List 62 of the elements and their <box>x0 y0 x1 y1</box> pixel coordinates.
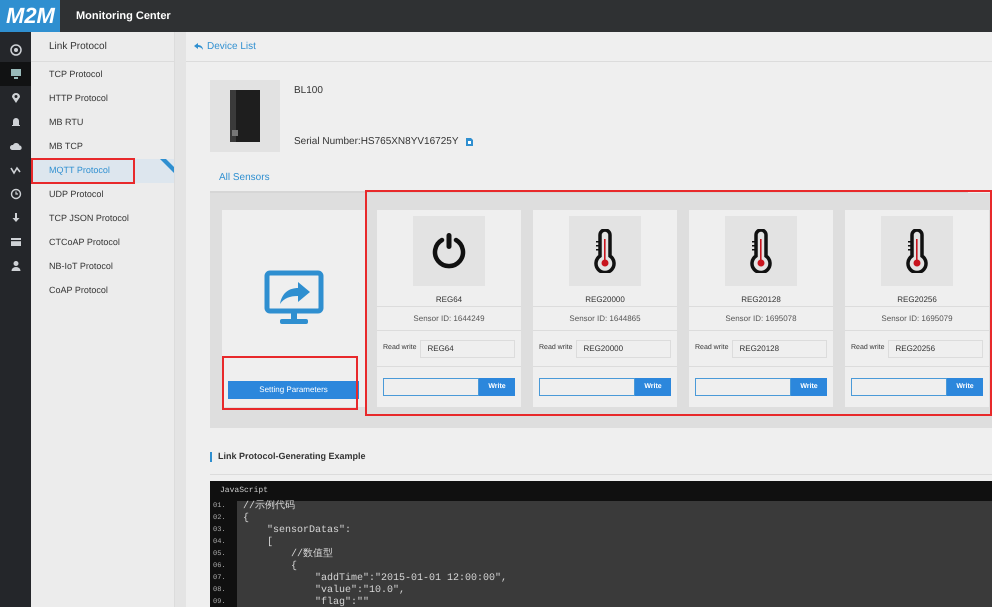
code-line: "sensorDatas": <box>266 524 352 536</box>
write-value-field[interactable] <box>851 378 947 396</box>
sensor-id: Sensor ID: 1695078 <box>725 312 797 324</box>
device-drawing <box>228 88 262 144</box>
sensor-name: REG20256 <box>897 294 937 306</box>
sidebar-item[interactable]: MB TCP <box>49 140 83 154</box>
back-arrow-icon <box>194 43 203 50</box>
read-write-field[interactable]: REG20256 <box>888 340 983 358</box>
code-line: [ <box>266 536 274 548</box>
sidebar-item[interactable]: MB RTU <box>49 116 84 130</box>
sensor-id: Sensor ID: 1644249 <box>413 312 485 324</box>
code-line: //数值型 <box>290 548 334 560</box>
code-language: JavaScript <box>220 484 268 496</box>
section-title: Link Protocol-Generating Example <box>218 450 366 463</box>
device-name: BL100 <box>294 84 324 98</box>
write-value-field[interactable] <box>539 378 635 396</box>
code-line: { <box>290 560 298 572</box>
thermometer-icon <box>750 229 772 273</box>
corner-ribbon-icon <box>160 159 174 173</box>
line-chart-icon <box>10 164 22 176</box>
sidebar-item[interactable]: HTTP Protocol <box>49 92 108 106</box>
sensor-id: Sensor ID: 1695079 <box>881 312 953 324</box>
write-value-field[interactable] <box>695 378 791 396</box>
sidebar-item[interactable]: TCP JSON Protocol <box>49 212 129 226</box>
code-line: //示例代码 <box>242 500 296 512</box>
cloud-icon <box>10 140 22 152</box>
app-title: Monitoring Center <box>76 8 171 24</box>
write-value-field[interactable] <box>383 378 479 396</box>
sidebar-item[interactable]: NB-IoT Protocol <box>49 260 113 274</box>
monitor-arrow-icon <box>264 270 324 326</box>
thermometer-icon <box>594 229 616 273</box>
code-line: "flag":"" <box>314 596 370 607</box>
sidebar-item[interactable]: UDP Protocol <box>49 188 104 202</box>
serial-number: Serial Number:HS765XN8YV16725Y <box>294 135 459 149</box>
sidebar-item[interactable]: TCP Protocol <box>49 68 102 82</box>
code-line: { <box>242 512 250 524</box>
power-icon <box>431 232 467 270</box>
sensor-name: REG64 <box>436 294 462 306</box>
user-icon <box>10 260 22 272</box>
rail-button[interactable] <box>0 62 31 86</box>
card-icon <box>10 236 22 248</box>
monitor-icon <box>10 68 22 80</box>
setting-parameters-button[interactable]: Setting Parameters <box>228 381 359 399</box>
sensor-id: Sensor ID: 1644865 <box>569 312 641 324</box>
code-line: "value":"10.0", <box>314 584 406 596</box>
sidebar-item[interactable]: CoAP Protocol <box>49 284 108 298</box>
sensor-name: REG20000 <box>585 294 625 306</box>
read-write-field[interactable]: REG20000 <box>576 340 671 358</box>
logo: M2M <box>0 0 60 32</box>
thermometer-icon <box>906 229 928 273</box>
bell-icon <box>10 116 22 128</box>
location-pin-icon <box>10 92 22 104</box>
clock-icon <box>10 188 22 200</box>
sidebar-item[interactable]: CTCoAP Protocol <box>49 236 120 250</box>
read-write-field[interactable]: REG64 <box>420 340 515 358</box>
download-icon <box>10 212 22 224</box>
read-write-field[interactable]: REG20128 <box>732 340 827 358</box>
sidebar-title: Link Protocol <box>49 40 107 54</box>
copy-icon[interactable] <box>464 136 474 146</box>
sensor-name: REG20128 <box>741 294 781 306</box>
code-line: "addTime":"2015-01-01 12:00:00", <box>314 572 508 584</box>
target-icon <box>10 44 22 56</box>
